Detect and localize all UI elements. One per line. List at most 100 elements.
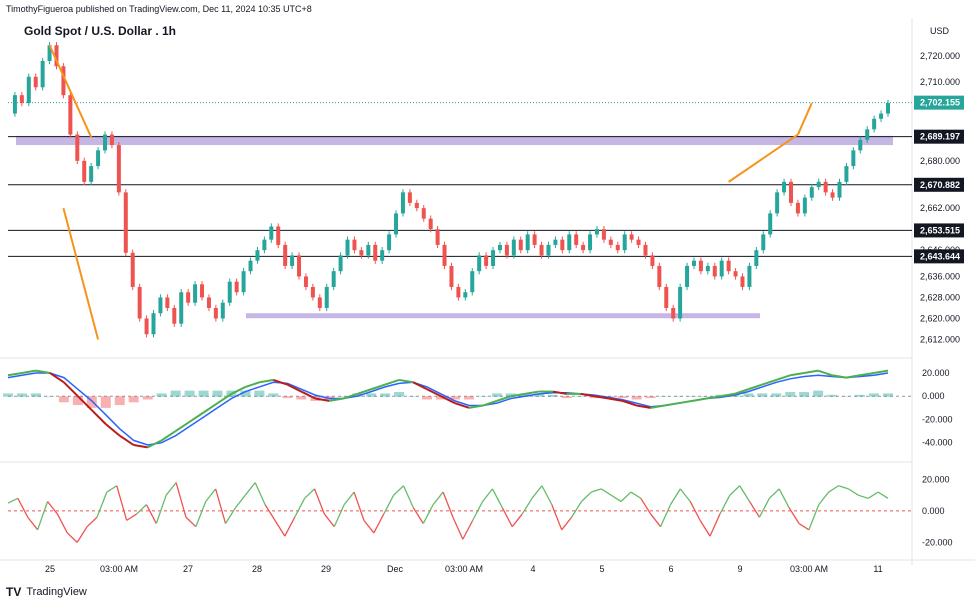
osc-fast-segment xyxy=(259,378,274,384)
osc-fast-segment xyxy=(119,434,135,446)
candle xyxy=(761,231,766,254)
rsi-segment xyxy=(7,497,19,504)
candle xyxy=(193,281,198,306)
osc-fast-segment xyxy=(175,420,191,432)
trend-line-1[interactable] xyxy=(62,207,100,340)
candle xyxy=(179,289,184,327)
rsi-segment xyxy=(867,491,879,499)
candle xyxy=(103,131,108,154)
chart-canvas[interactable]: USD 2,720.000 2,710.000 2,702.155 2,689.197… xyxy=(0,0,975,605)
rsi-segment xyxy=(27,516,39,531)
rsi-tick-label: 0.000 xyxy=(922,506,945,516)
rsi-segment xyxy=(234,494,246,509)
rsi-segment xyxy=(244,482,256,496)
osc-fast-segment xyxy=(664,402,679,407)
candle xyxy=(823,178,828,196)
time-tick-label: 03:00 AM xyxy=(100,564,138,574)
rsi-segment xyxy=(531,485,543,499)
candle xyxy=(394,210,399,238)
rsi-segment xyxy=(205,488,217,502)
candle xyxy=(338,252,343,275)
rsi-segment xyxy=(66,532,78,543)
candle xyxy=(283,241,288,270)
osc-fast-segment xyxy=(245,381,260,388)
candle xyxy=(407,189,412,207)
rsi-segment xyxy=(788,507,800,524)
candle xyxy=(331,268,336,291)
candle xyxy=(685,262,690,291)
rsi-segment xyxy=(758,498,770,518)
candle xyxy=(650,252,655,270)
rsi-segment xyxy=(561,516,573,531)
osc-histogram-bar xyxy=(785,392,796,397)
price-tick-label: 2,710.000 xyxy=(920,77,960,87)
candle xyxy=(387,231,392,254)
rsi-segment xyxy=(155,494,167,524)
rsi-segment xyxy=(491,488,503,509)
time-tick-label: 29 xyxy=(321,564,331,574)
rsi-segment xyxy=(412,507,424,524)
rsi-segment xyxy=(848,488,859,496)
candle xyxy=(477,252,482,275)
candle xyxy=(879,110,884,122)
candle xyxy=(802,194,807,217)
rsi-segment xyxy=(264,504,276,521)
candle xyxy=(400,189,405,217)
level-price-label: 2,689.197 xyxy=(920,132,960,142)
time-tick-label: 25 xyxy=(45,564,55,574)
candle xyxy=(463,289,468,301)
rsi-segment xyxy=(699,520,711,537)
rsi-segment xyxy=(778,488,790,509)
osc-histogram-bar xyxy=(254,390,265,397)
rsi-tick-label: -20.000 xyxy=(922,537,953,547)
candle xyxy=(705,262,710,275)
osc-histogram-bar xyxy=(30,393,41,397)
candle xyxy=(89,162,94,186)
candle xyxy=(68,92,73,138)
osc-histogram-bar xyxy=(114,396,125,406)
price-tick-label: 2,720.000 xyxy=(920,51,960,61)
rsi-segment xyxy=(432,491,444,506)
rsi-segment xyxy=(749,501,761,518)
rsi-segment xyxy=(17,498,29,518)
osc-histogram-bar xyxy=(170,390,181,397)
candle xyxy=(491,247,496,270)
candle xyxy=(664,283,669,312)
horizontal-levels xyxy=(8,102,912,257)
osc-histogram-bar xyxy=(100,396,111,408)
candle xyxy=(19,92,24,107)
osc-fast-segment xyxy=(133,444,148,449)
candle xyxy=(206,294,211,312)
tradingview-footer[interactable]: TV TradingView xyxy=(6,585,87,599)
trend-line-3[interactable] xyxy=(797,102,813,135)
osc-histogram-bar xyxy=(687,396,698,397)
candle xyxy=(158,294,163,317)
candle xyxy=(553,236,558,249)
osc-fast-segment xyxy=(678,399,693,405)
osc-histogram-bar xyxy=(827,394,838,397)
rsi-segment xyxy=(818,491,830,506)
candle xyxy=(421,204,426,222)
candle xyxy=(96,147,101,170)
level-price-label: 2,670.882 xyxy=(920,180,960,190)
osc-tick-label: 20.000 xyxy=(922,368,950,378)
candle xyxy=(12,92,17,117)
osc-fast-segment xyxy=(189,411,205,423)
zone-0 xyxy=(16,135,893,146)
time-tick-label: 9 xyxy=(737,564,742,574)
time-axis: 25 03:00 AM 27 28 29 Dec 03:00 AM 4 5 6 9 03:00 AM 1… xyxy=(45,564,883,574)
rsi-segment xyxy=(659,504,672,527)
candle xyxy=(248,257,253,275)
candle xyxy=(213,304,218,322)
candle xyxy=(567,231,572,254)
candle xyxy=(671,304,676,322)
candle xyxy=(262,236,267,254)
osc-histogram-bar xyxy=(380,393,391,397)
candle xyxy=(622,231,627,254)
price-tick-label: 2,636.000 xyxy=(920,271,960,281)
candle xyxy=(435,226,440,249)
price-axis: 2,720.000 2,710.000 2,702.155 2,689.197 2,68… xyxy=(914,51,964,344)
candle xyxy=(116,141,121,196)
rsi-segment xyxy=(76,526,88,543)
rsi-segment xyxy=(729,485,741,496)
